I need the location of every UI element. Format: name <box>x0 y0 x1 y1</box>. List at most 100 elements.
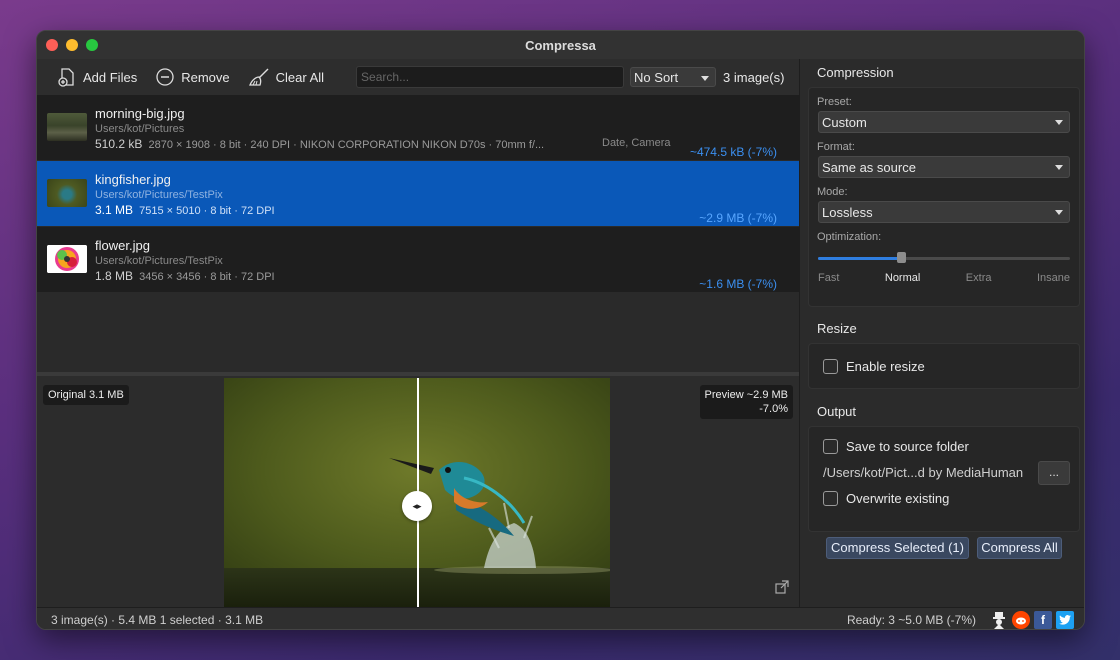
window-title: Compressa <box>525 37 596 53</box>
output-path-row: /Users/kot/Pict...d by MediaHuman ... <box>809 461 1079 485</box>
checkbox-box <box>823 358 838 374</box>
compress-selected-button[interactable]: Compress Selected (1) <box>826 537 969 559</box>
tick-fast: Fast <box>818 272 840 284</box>
checkbox-box <box>823 439 838 454</box>
tick-insane: Insane <box>1036 272 1070 284</box>
add-files-label: Add Files <box>83 69 138 85</box>
file-size: 3.1 MB <box>95 203 134 217</box>
preview-size-label: Preview ~2.9 MB <box>704 389 788 401</box>
search-input[interactable] <box>356 66 625 88</box>
status-summary: 3 image(s) · 5.4 MB 1 selected · 3.1 MB <box>51 613 264 627</box>
remove-label: Remove <box>181 69 230 85</box>
preview-area: Original 3.1 MB Preview ~2.9 MB -7.0% ◂▸ <box>37 376 799 607</box>
estimated-size: ~474.5 kB (-7%) <box>689 145 777 159</box>
tick-extra: Extra <box>965 272 992 284</box>
add-files-button[interactable]: Add Files <box>57 67 137 87</box>
format-label: Format: <box>817 141 855 153</box>
toolbar: Add Files Remove Clear All No Sort 3 ima… <box>37 59 799 95</box>
file-size: 510.2 kB <box>95 137 143 151</box>
file-name: morning-big.jpg <box>95 106 185 121</box>
mode-select[interactable]: Lossless <box>818 201 1070 223</box>
list-item[interactable]: morning-big.jpg Users/kot/Pictures 510.2… <box>37 95 799 161</box>
file-meta: 1.8 MB 3456 × 3456 · 8 bit · 72 DPI <box>95 269 275 283</box>
close-button[interactable] <box>46 39 58 51</box>
compare-handle[interactable]: ◂▸ <box>402 491 432 521</box>
image-count: 3 image(s) <box>723 69 785 85</box>
preview-percent: -7.0% <box>759 403 788 415</box>
preset-value: Custom <box>822 115 867 130</box>
sort-value: No Sort <box>634 70 679 85</box>
chevron-down-icon <box>1055 210 1063 215</box>
overwrite-checkbox[interactable]: Overwrite existing <box>809 491 1079 506</box>
file-exif: Date, Camera <box>602 137 671 149</box>
format-select[interactable]: Same as source <box>818 156 1070 178</box>
compression-heading: Compression <box>817 65 894 80</box>
file-list: morning-big.jpg Users/kot/Pictures 510.2… <box>37 95 799 293</box>
file-name: kingfisher.jpg <box>95 172 171 187</box>
preview-image[interactable]: ◂▸ <box>224 378 610 607</box>
status-ready: Ready: 3 ~5.0 MB (-7%) <box>846 613 976 627</box>
sort-select[interactable]: No Sort <box>630 67 717 87</box>
optimization-ticks: Fast Normal Extra Insane <box>818 272 1070 284</box>
preset-label: Preset: <box>817 96 852 108</box>
browse-button[interactable]: ... <box>1038 461 1070 485</box>
preset-select[interactable]: Custom <box>818 111 1070 133</box>
file-meta: 3.1 MB 7515 × 5010 · 8 bit · 72 DPI <box>95 203 275 217</box>
save-to-source-label: Save to source folder <box>846 439 969 454</box>
file-size: 1.8 MB <box>95 269 134 283</box>
resize-heading: Resize <box>817 321 857 336</box>
twitter-icon[interactable] <box>1056 611 1074 629</box>
file-details: 7515 × 5010 · 8 bit · 72 DPI <box>139 205 275 217</box>
zoom-button[interactable] <box>86 39 98 51</box>
enable-resize-label: Enable resize <box>846 358 925 374</box>
file-meta: 510.2 kB 2870 × 1908 · 8 bit · 240 DPI ·… <box>95 137 544 151</box>
optimization-label: Optimization: <box>817 231 882 243</box>
add-file-icon <box>57 67 77 87</box>
title-bar: Compressa <box>37 31 1084 60</box>
thumbnail <box>47 245 87 273</box>
list-item[interactable]: flower.jpg Users/kot/Pictures/TestPix 1.… <box>37 227 799 293</box>
reddit-icon[interactable] <box>1012 611 1030 629</box>
output-heading: Output <box>817 404 857 419</box>
chevron-down-icon <box>1055 120 1063 125</box>
chevron-down-icon <box>1055 165 1063 170</box>
file-path: Users/kot/Pictures/TestPix <box>95 255 223 267</box>
settings-panel: Compression Preset: Custom Format: Same … <box>799 59 1084 607</box>
file-name: flower.jpg <box>95 238 150 253</box>
chevron-down-icon <box>701 76 710 81</box>
compress-all-button[interactable]: Compress All <box>977 537 1062 559</box>
compression-group: Preset: Custom Format: Same as source Mo… <box>808 87 1080 307</box>
optimization-slider[interactable] <box>818 252 1070 263</box>
popout-button[interactable] <box>775 580 789 599</box>
broom-icon <box>248 67 270 87</box>
file-details: 2870 × 1908 · 8 bit · 240 DPI · NIKON CO… <box>148 139 545 151</box>
remove-button[interactable]: Remove <box>155 67 230 87</box>
status-bar: 3 image(s) · 5.4 MB 1 selected · 3.1 MB … <box>37 607 1084 629</box>
original-size-badge: Original 3.1 MB <box>43 385 129 405</box>
file-path: Users/kot/Pictures <box>95 123 185 135</box>
enable-resize-checkbox[interactable]: Enable resize <box>809 358 925 374</box>
clear-all-button[interactable]: Clear All <box>248 67 324 87</box>
minimize-button[interactable] <box>66 39 78 51</box>
mode-label: Mode: <box>817 186 848 198</box>
slider-fill <box>818 257 901 260</box>
format-value: Same as source <box>822 160 916 175</box>
save-to-source-checkbox[interactable]: Save to source folder <box>809 439 1079 454</box>
window-controls <box>46 39 98 51</box>
app-window: Compressa Add Files Remove Clear All Sea… <box>36 30 1085 630</box>
thumbnail <box>47 113 87 141</box>
estimated-size: ~2.9 MB (-7%) <box>699 211 777 225</box>
resize-group: Enable resize <box>808 343 1080 389</box>
file-path: Users/kot/Pictures/TestPix <box>95 189 223 201</box>
facebook-icon[interactable]: f <box>1034 611 1052 629</box>
list-item[interactable]: kingfisher.jpg Users/kot/Pictures/TestPi… <box>37 161 799 227</box>
mediahuman-icon[interactable] <box>990 611 1008 629</box>
output-group: Save to source folder /Users/kot/Pict...… <box>808 426 1080 532</box>
thumbnail <box>47 179 87 207</box>
checkbox-box <box>823 491 838 506</box>
output-path: /Users/kot/Pict...d by MediaHuman <box>823 465 1024 480</box>
clear-all-label: Clear All <box>275 69 325 85</box>
slider-thumb[interactable] <box>897 252 906 263</box>
external-link-icon <box>775 580 789 598</box>
remove-icon <box>155 67 175 87</box>
